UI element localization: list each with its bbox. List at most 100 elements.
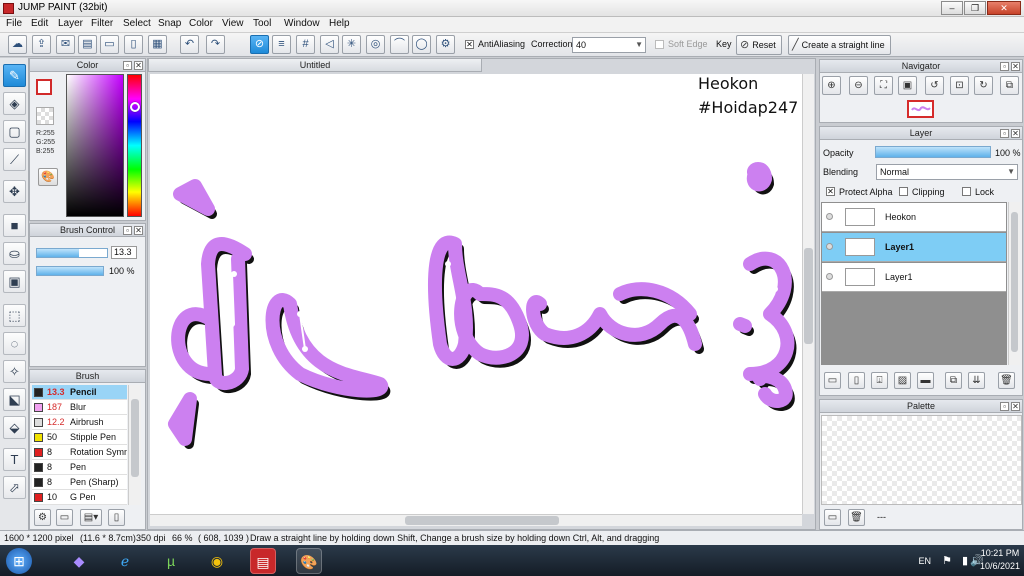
bucket-tool-icon[interactable]: ⛀ [3,242,26,265]
curve-snap-icon[interactable]: ⌒ [390,35,409,54]
pick-tool-icon[interactable]: ⬀ [3,476,26,499]
document-tab[interactable]: Untitled [148,58,482,72]
new-page-icon[interactable]: ▯ [124,35,143,54]
vanishing-point-icon[interactable]: ◁ [320,35,339,54]
comment-icon[interactable]: ✉ [56,35,75,54]
paint-taskbar-icon[interactable]: 🎨 [296,548,322,574]
close-button[interactable]: ✕ [987,1,1021,15]
antialiasing-checkbox[interactable]: ✕ [465,40,474,49]
gradient-tool-icon[interactable]: ▣ [3,270,26,293]
new-layer-icon[interactable]: ▭ [824,372,841,389]
menu-layer[interactable]: Layer [58,18,83,29]
grid-snap-icon[interactable]: # [296,35,315,54]
zoom-in-icon[interactable]: ⊕ [822,76,841,95]
lock-checkbox[interactable] [962,187,971,196]
maximize-button[interactable]: ❐ [964,1,986,15]
rect-select-tool-icon[interactable]: ⬚ [3,304,26,327]
actual-size-icon[interactable]: ▣ [898,76,917,95]
reset-view-icon[interactable]: ⊡ [950,76,969,95]
brush-item[interactable]: 50 Stipple Pen [32,430,127,445]
layer-item[interactable]: Heokon [822,203,1006,232]
new-brush-icon[interactable]: ▭ [56,509,73,526]
brush-item[interactable]: 13.3 Pencil [32,385,127,400]
magic-wand-tool-icon[interactable]: ✧ [3,360,26,383]
layer-item[interactable]: Layer1 [822,233,1006,262]
hue-slider-handle[interactable] [130,102,140,112]
halftone-layer-icon[interactable]: ▨ [894,372,911,389]
delete-layer-icon[interactable]: 🗑 [998,372,1015,389]
redo-icon[interactable]: ↷ [206,35,225,54]
text-tool-icon[interactable]: T [3,448,26,471]
drawing-canvas[interactable]: Heokon #Hoidap247 [150,74,802,514]
new-raster-layer-icon[interactable]: ▯ [848,372,865,389]
chrome-icon[interactable]: ◉ [204,548,230,574]
visibility-icon[interactable] [826,213,833,220]
menu-help[interactable]: Help [329,18,350,29]
brush-opacity-slider[interactable] [36,266,104,276]
brush-tool-icon[interactable]: ✎ [3,64,26,87]
palette-swatch-grid[interactable] [821,415,1022,505]
menu-file[interactable]: File [6,18,22,29]
menu-window[interactable]: Window [284,18,320,29]
select-eraser-tool-icon[interactable]: ⬙ [3,416,26,439]
merge-layer-icon[interactable]: ⇊ [968,372,985,389]
flag-icon[interactable]: ⚑ [942,554,952,567]
new-text-layer-icon[interactable]: ⍗ [871,372,888,389]
select-pen-tool-icon[interactable]: ⬕ [3,388,26,411]
parallel-snap-icon[interactable]: ≡ [272,35,291,54]
brush-size-value[interactable]: 13.3 [111,246,137,259]
menu-edit[interactable]: Edit [31,18,48,29]
brush-item[interactable]: 8 Pen [32,460,127,475]
shape-fill-tool-icon[interactable]: ■ [3,214,26,237]
saturation-value-picker[interactable] [66,74,124,217]
ellipse-snap-icon[interactable]: ◯ [412,35,431,54]
canvas-vertical-scroll-thumb[interactable] [804,248,813,344]
move-tool-icon[interactable]: ✥ [3,180,26,203]
blending-select[interactable]: Normal ▼ [876,164,1018,180]
brush-list-scrollbar[interactable] [128,385,141,505]
menu-color[interactable]: Color [189,18,213,29]
layer-list-scrollbar[interactable] [1008,202,1020,365]
brush-size-slider[interactable] [36,248,108,258]
visibility-icon[interactable] [826,273,833,280]
correction-select[interactable]: 40 ▼ [572,37,646,53]
duplicate-layer-icon[interactable]: ⧉ [945,372,962,389]
undo-icon[interactable]: ↶ [180,35,199,54]
dot-line-tool-icon[interactable]: ⟋ [3,148,26,171]
network-icon[interactable]: ▮ [962,554,968,567]
color-palette-icon[interactable]: 🎨 [38,168,58,186]
jump-paint-taskbar-icon[interactable]: ▤ [250,548,276,574]
cloud-icon[interactable]: ☁ [8,35,27,54]
radial-snap-icon[interactable]: ✳ [342,35,361,54]
menu-tool[interactable]: Tool [253,18,271,29]
concentric-snap-icon[interactable]: ◎ [366,35,385,54]
brush-settings-icon[interactable]: ⚙ [34,509,51,526]
foreground-color-swatch[interactable] [36,79,52,95]
eraser-tool-icon[interactable]: ◈ [3,92,26,115]
new-palette-icon[interactable]: ▭ [824,509,841,526]
clipping-checkbox[interactable] [899,187,908,196]
reset-button[interactable]: ⊘ Reset [736,35,782,55]
folder-icon[interactable]: ▬ [917,372,934,389]
brush-item[interactable]: 12.2 Airbrush [32,415,127,430]
menu-filter[interactable]: Filter [91,18,113,29]
internet-explorer-icon[interactable]: ℯ [112,548,138,574]
delete-brush-icon[interactable]: ▯ [108,509,125,526]
document-icon[interactable]: ▭ [100,35,119,54]
select-rect-tool-icon[interactable]: ▢ [3,120,26,143]
menu-view[interactable]: View [222,18,244,29]
navigator-preview[interactable] [907,100,934,118]
brush-item[interactable]: 10 G Pen [32,490,127,505]
lasso-tool-icon[interactable]: ◌ [3,332,26,355]
delete-palette-icon[interactable]: 🗑 [848,509,865,526]
brush-item[interactable]: 8 Pen (Sharp) [32,475,127,490]
hue-slider[interactable] [127,74,142,217]
layer-opacity-slider[interactable] [875,146,991,158]
language-indicator[interactable]: EN [918,556,931,566]
rotate-left-icon[interactable]: ↺ [925,76,944,95]
snap-settings-icon[interactable]: ⚙ [436,35,455,54]
snap-off-icon[interactable]: ⊘ [250,35,269,54]
soft-edge-checkbox[interactable] [655,40,664,49]
rotate-right-icon[interactable]: ↻ [974,76,993,95]
windows-start-icon[interactable]: ⊞ [6,548,32,574]
